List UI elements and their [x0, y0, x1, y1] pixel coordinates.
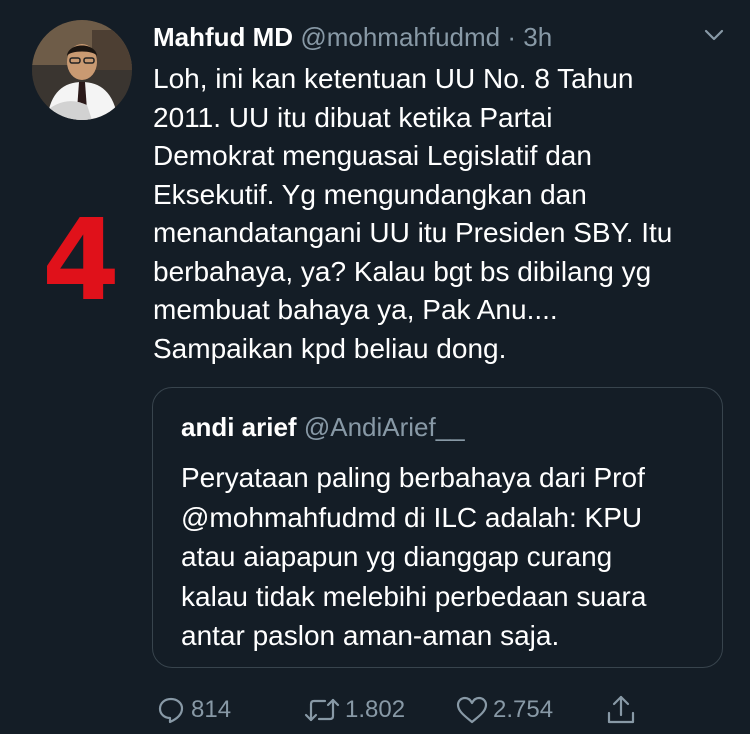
- separator-dot: ·: [507, 22, 517, 52]
- chevron-down-icon[interactable]: [704, 28, 724, 42]
- avatar-photo: [32, 20, 132, 120]
- reply-button[interactable]: 814: [155, 690, 231, 730]
- quoted-text-line: kalau tidak melebihi perbedaan suara: [181, 580, 647, 612]
- reply-icon: [158, 697, 184, 724]
- tweet-text: Loh, ini kan ketentuan UU No. 8 Tahun 20…: [153, 60, 733, 368]
- quoted-tweet[interactable]: andi arief @AndiArief__ Peryataan paling…: [152, 387, 723, 668]
- quoted-tweet-text: Peryataan paling berbahaya dari Prof @mo…: [181, 458, 711, 656]
- tweet-text-line: Loh, ini kan ketentuan UU No. 8 Tahun: [153, 63, 634, 94]
- tweet[interactable]: 4 Mahfud MD @mohmahfudmd · 3h Loh, ini k…: [0, 0, 750, 734]
- quoted-text-line: antar paslon aman-aman saja.: [181, 620, 560, 651]
- tweet-text-line: membuat bahaya ya, Pak Anu....: [153, 294, 558, 325]
- tweet-header: Mahfud MD @mohmahfudmd · 3h: [153, 22, 552, 52]
- quoted-text-line: Peryataan paling berbahaya dari Prof: [181, 462, 645, 493]
- heart-icon: [456, 696, 488, 724]
- share-icon: [607, 695, 635, 724]
- like-count: 2.754: [493, 696, 554, 723]
- overlay-number: 4: [42, 196, 120, 326]
- quoted-tweet-header: andi arief @AndiArief__: [181, 412, 465, 442]
- tweet-actions: 814 1.802 2.754: [0, 690, 750, 730]
- retweet-count: 1.802: [345, 696, 406, 723]
- quoted-text-line: @mohmahfudmd di ILC adalah: KPU: [181, 501, 643, 533]
- quoted-author-name: andi arief: [181, 412, 297, 442]
- reply-count: 814: [191, 696, 232, 723]
- like-button[interactable]: 2.754: [455, 690, 553, 730]
- quoted-author-handle: @AndiArief__: [303, 412, 465, 442]
- retweet-icon: [304, 698, 340, 722]
- avatar[interactable]: [32, 20, 132, 120]
- share-button[interactable]: [605, 690, 637, 730]
- tweet-text-line: Demokrat menguasai Legislatif dan: [153, 140, 592, 171]
- author-handle[interactable]: @mohmahfudmd: [300, 22, 500, 52]
- retweet-button[interactable]: 1.802: [303, 690, 405, 730]
- tweet-text-line: Eksekutif. Yg mengundangkan dan: [153, 178, 587, 210]
- tweet-text-line: berbahaya, ya? Kalau bgt bs dibilang yg: [153, 255, 652, 287]
- timestamp[interactable]: 3h: [523, 22, 552, 52]
- quoted-text-line: atau aiapapun yg dianggap curang: [181, 541, 613, 572]
- tweet-text-line: 2011. UU itu dibuat ketika Partai: [153, 101, 553, 133]
- tweet-text-line: Sampaikan kpd beliau dong.: [153, 332, 507, 364]
- tweet-text-line: menandatangani UU itu Presiden SBY. Itu: [153, 217, 673, 248]
- author-name[interactable]: Mahfud MD: [153, 22, 293, 52]
